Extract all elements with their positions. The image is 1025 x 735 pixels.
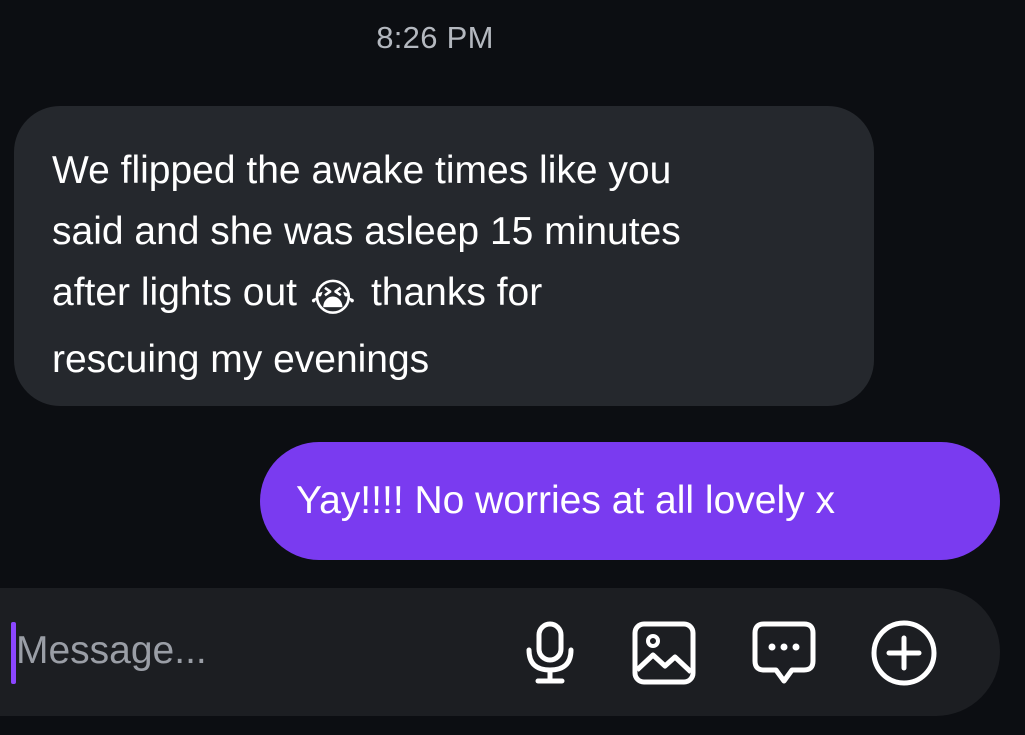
incoming-message-line: said and she was asleep 15 minutes <box>52 210 681 253</box>
photo-button[interactable] <box>629 618 699 688</box>
incoming-message-bubble[interactable]: We flipped the awake times like you said… <box>14 106 874 406</box>
outgoing-message-text: Yay!!!! No worries at all lovely x <box>296 479 835 522</box>
image-icon <box>632 621 696 685</box>
incoming-message-text: thanks for <box>370 271 543 314</box>
outgoing-message-bubble[interactable]: Yay!!!! No worries at all lovely x <box>260 442 1000 560</box>
chat-bubble-icon <box>752 621 816 684</box>
add-circle-icon <box>871 620 937 686</box>
sticker-button[interactable] <box>749 618 819 688</box>
message-composer <box>0 588 1000 716</box>
microphone-button[interactable] <box>515 618 585 688</box>
message-timestamp: 8:26 PM <box>376 20 494 55</box>
incoming-message-line: rescuing my evenings <box>52 338 430 381</box>
incoming-message-text: after lights out <box>52 271 297 314</box>
add-button[interactable] <box>869 618 939 688</box>
incoming-message-line: after lights out 😭 thanks for <box>52 262 844 329</box>
microphone-icon <box>526 621 574 684</box>
chat-screen: 8:26 PM We flipped the awake times like … <box>0 0 1025 735</box>
incoming-message-line: We flipped the awake times like you <box>52 149 672 192</box>
crying-face-emoji-icon: 😭 <box>310 277 356 320</box>
message-input[interactable] <box>16 616 436 686</box>
